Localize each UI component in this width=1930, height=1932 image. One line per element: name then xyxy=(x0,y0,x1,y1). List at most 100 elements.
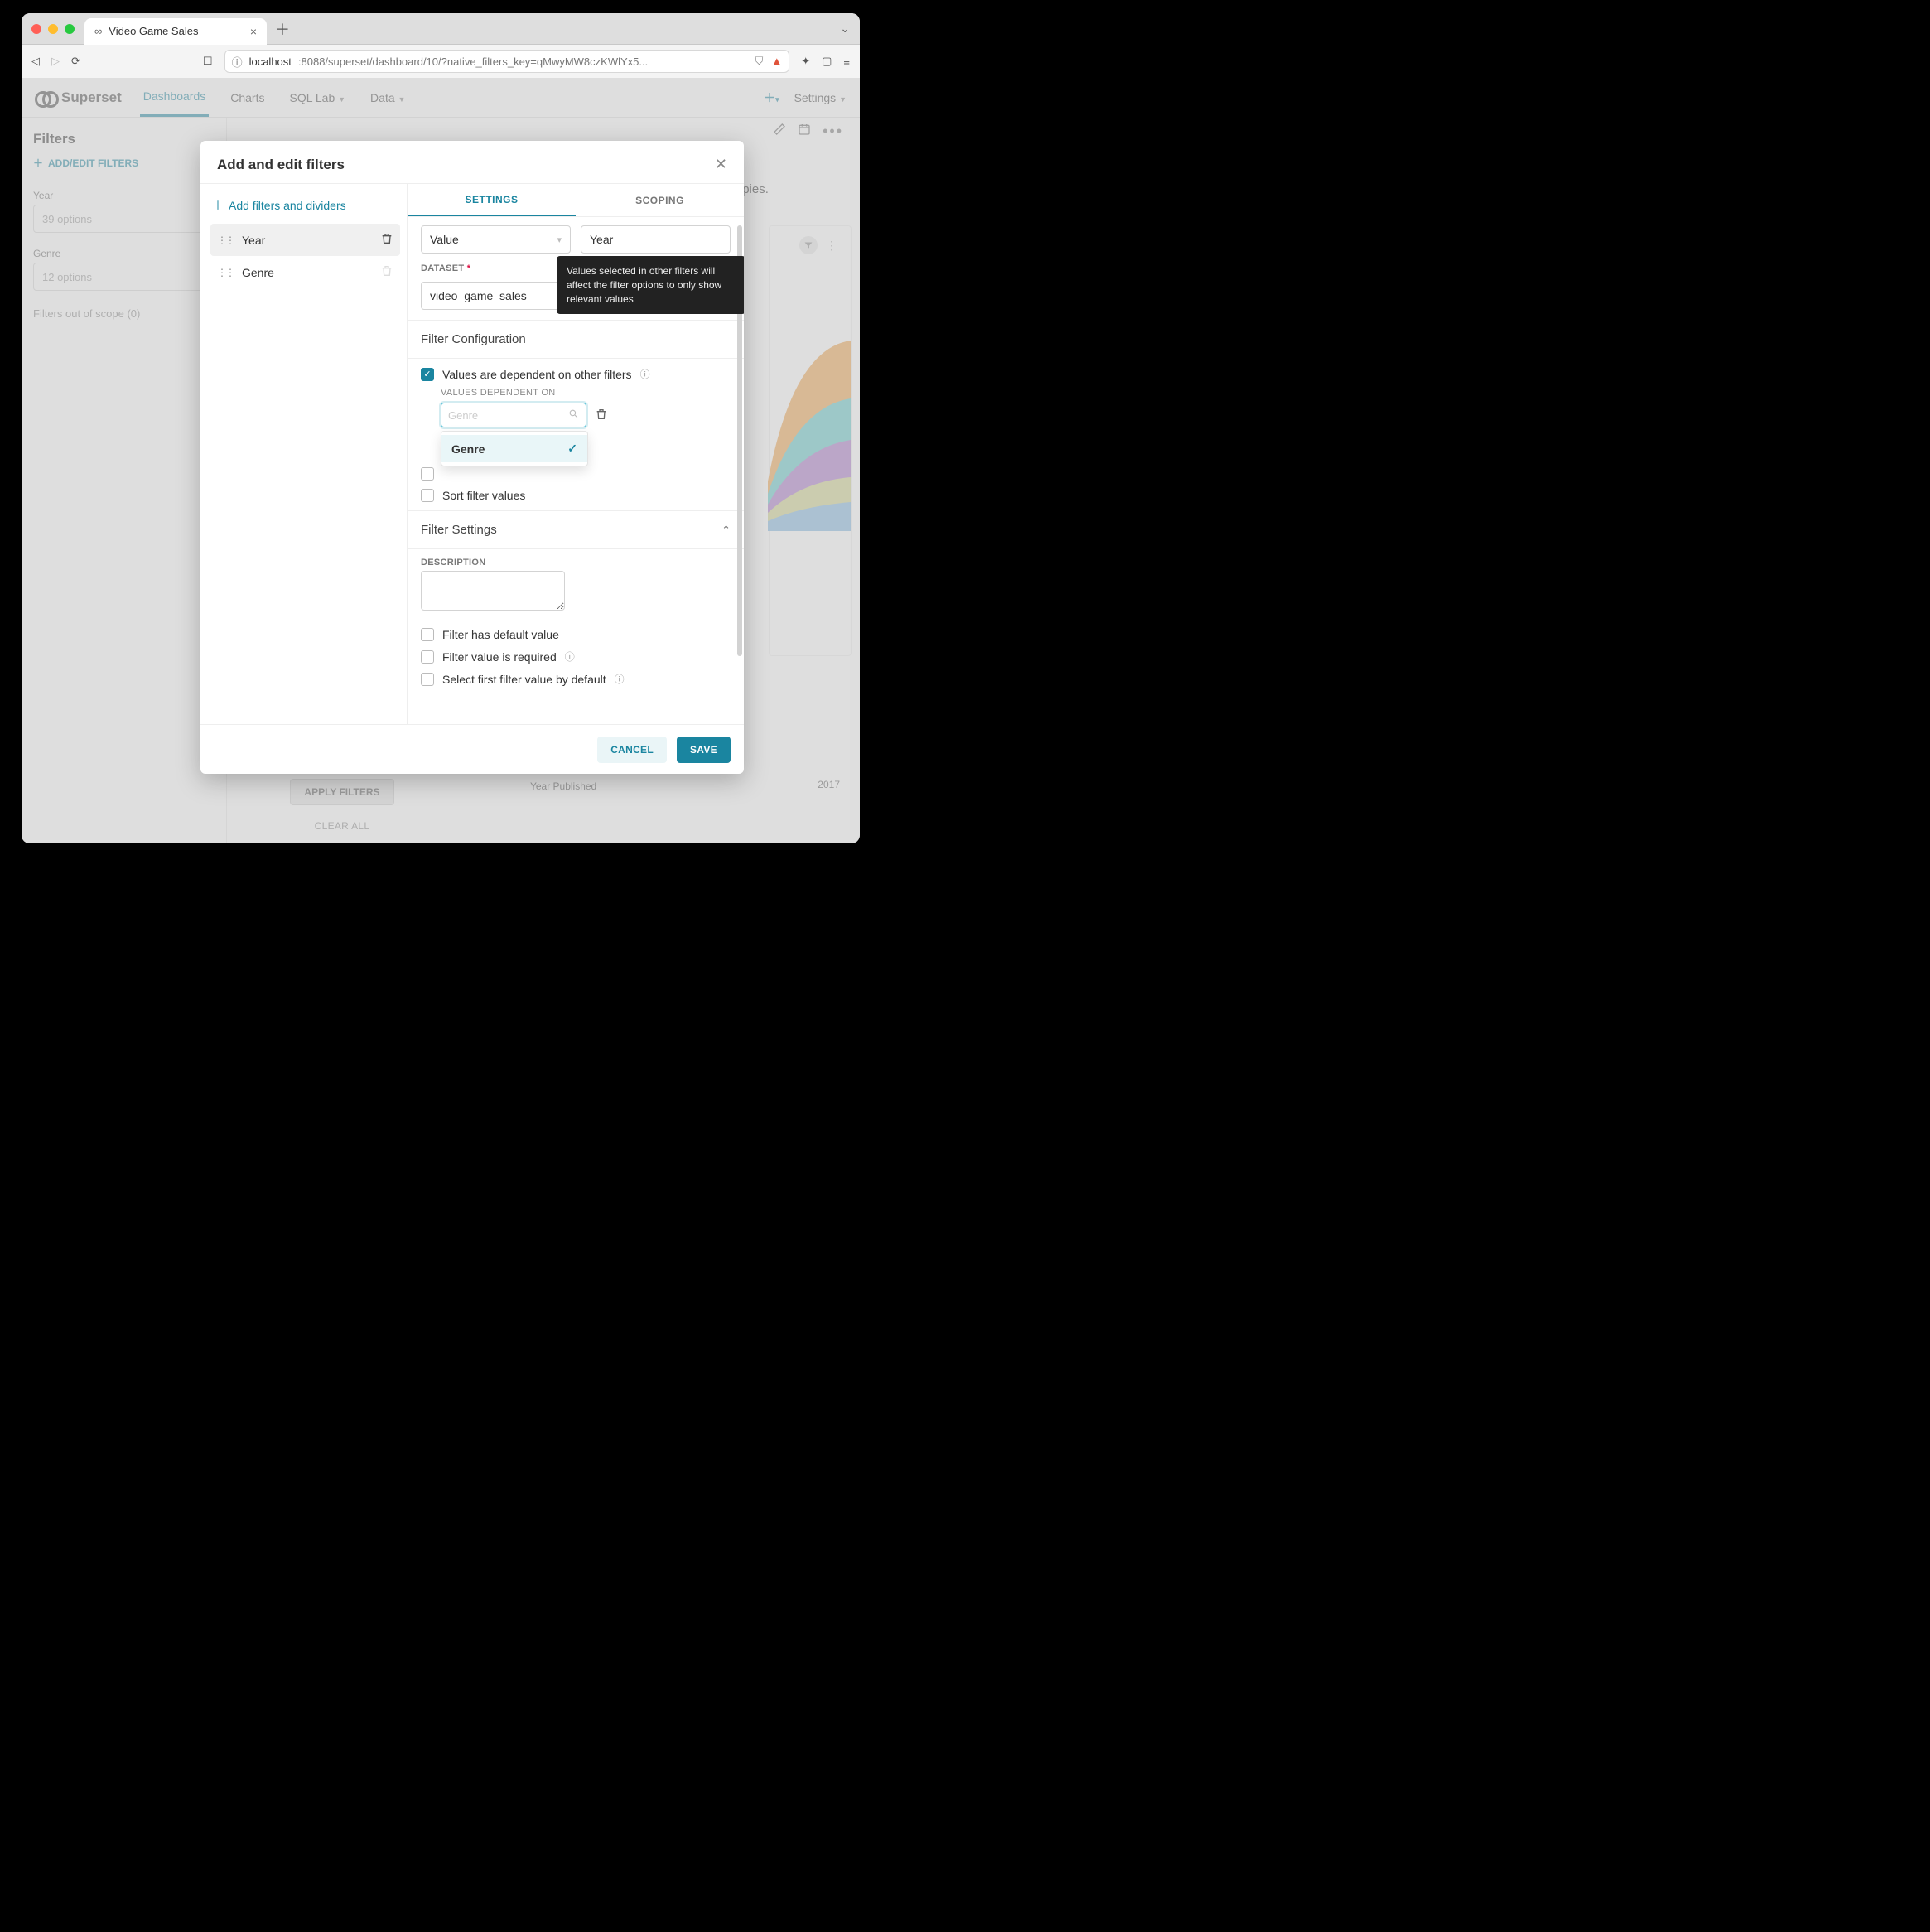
app: Superset Dashboards Charts SQL Lab ▼ Dat… xyxy=(22,78,860,843)
trash-icon[interactable] xyxy=(595,408,608,423)
filters-out-of-scope: Filters out of scope (0) xyxy=(33,307,215,320)
bookmark-icon[interactable]: ☐ xyxy=(203,55,213,68)
clear-all-button[interactable]: CLEAR ALL xyxy=(252,820,432,832)
filter-select-year[interactable]: 39 options xyxy=(33,205,215,233)
add-icon[interactable]: ＋▾ xyxy=(764,89,779,106)
nav-settings[interactable]: Settings ▼ xyxy=(794,91,847,104)
modal-form: SETTINGS SCOPING Value ▾ Year xyxy=(408,184,744,724)
checkbox-icon[interactable] xyxy=(421,673,434,686)
drag-handle-icon[interactable]: ⋮⋮ xyxy=(217,268,234,278)
logo-icon xyxy=(35,91,56,104)
filter-configuration-header[interactable]: Filter Configuration Values selected in … xyxy=(408,320,744,359)
checkbox-icon[interactable] xyxy=(421,628,434,641)
new-tab-icon[interactable]: ＋ xyxy=(275,18,290,40)
check-default-row[interactable]: Filter has default value xyxy=(421,628,731,641)
close-window[interactable] xyxy=(31,24,41,34)
nav-dashboards[interactable]: Dashboards xyxy=(140,78,210,117)
url-host: localhost xyxy=(249,56,292,68)
site-info-icon[interactable]: ⓘ xyxy=(232,54,243,70)
filter-item-genre[interactable]: ⋮⋮ Genre xyxy=(210,256,400,288)
minimize-window[interactable] xyxy=(48,24,58,34)
info-icon[interactable]: ⓘ xyxy=(615,672,625,686)
chevron-down-icon: ▾ xyxy=(557,234,562,245)
search-icon xyxy=(568,408,579,422)
sidebar: Filters ＋ ADD/EDIT FILTERS Year 39 optio… xyxy=(22,118,227,843)
check-sort-row[interactable]: Sort filter values xyxy=(421,489,731,502)
dataset-select[interactable]: video_game_sales ▾ xyxy=(421,282,571,310)
checkbox-checked-icon[interactable]: ✓ xyxy=(421,368,434,381)
check-required-row[interactable]: Filter value is required ⓘ xyxy=(421,650,731,664)
description-label: DESCRIPTION xyxy=(421,558,731,568)
tabs-overflow-icon[interactable]: ⌄ xyxy=(840,22,850,36)
url-path: :8088/superset/dashboard/10/?native_filt… xyxy=(298,56,648,68)
sidebar-title: Filters xyxy=(33,131,215,147)
traffic-lights xyxy=(31,24,75,34)
dataset-label: DATASET * xyxy=(421,263,571,273)
cancel-button[interactable]: CANCEL xyxy=(597,737,667,763)
info-icon[interactable]: ⓘ xyxy=(640,367,650,381)
check-icon: ✓ xyxy=(567,442,577,456)
checkbox-icon[interactable] xyxy=(421,650,434,664)
add-filters-dividers[interactable]: ＋ Add filters and dividers xyxy=(212,197,400,214)
check-first-row[interactable]: Select first filter value by default ⓘ xyxy=(421,672,731,686)
save-button[interactable]: SAVE xyxy=(677,737,731,763)
wallet-icon[interactable]: ▢ xyxy=(822,55,832,68)
browser-toolbar: ◁ ▷ ⟳ ☐ ⓘ localhost :8088/superset/dashbo… xyxy=(22,45,860,78)
brave-icon[interactable]: ▲ xyxy=(771,55,782,68)
edit-icon[interactable] xyxy=(773,123,786,140)
description-textarea[interactable] xyxy=(421,571,565,611)
shield-icon[interactable]: ⛉ xyxy=(755,55,764,68)
close-icon[interactable]: ✕ xyxy=(715,156,727,173)
tab-settings[interactable]: SETTINGS xyxy=(408,184,576,216)
logo-text: Superset xyxy=(61,89,122,106)
chart-filter-icon[interactable] xyxy=(799,236,818,254)
chart-axis-label: Year Published xyxy=(530,780,596,792)
checkbox-icon[interactable] xyxy=(421,489,434,502)
nav-charts[interactable]: Charts xyxy=(227,80,268,116)
chart-more-icon[interactable]: ⋮ xyxy=(826,239,837,253)
filter-name-input[interactable]: Year xyxy=(581,225,731,254)
filter-select-genre[interactable]: 12 options xyxy=(33,263,215,291)
tab-title: Video Game Sales xyxy=(109,25,198,37)
apply-filters-button[interactable]: APPLY FILTERS xyxy=(290,779,393,805)
more-icon[interactable]: ••• xyxy=(823,123,843,140)
trash-icon[interactable] xyxy=(380,264,393,280)
browser-window: ∞ Video Game Sales × ＋ ⌄ ◁ ▷ ⟳ ☐ ⓘ local… xyxy=(22,13,860,843)
back-icon[interactable]: ◁ xyxy=(31,55,40,68)
dropdown-option-genre[interactable]: Genre ✓ xyxy=(441,435,587,462)
chart-card: ⋮ xyxy=(769,225,852,656)
menu-icon[interactable]: ≡ xyxy=(843,56,850,68)
check-dependent-row[interactable]: ✓ Values are dependent on other filters … xyxy=(421,367,731,381)
dependent-label: VALUES DEPENDENT ON xyxy=(441,388,731,398)
calendar-icon[interactable] xyxy=(798,123,811,140)
filter-label-genre: Genre xyxy=(33,248,215,259)
maximize-window[interactable] xyxy=(65,24,75,34)
filter-item-year[interactable]: ⋮⋮ Year xyxy=(210,224,400,256)
close-tab-icon[interactable]: × xyxy=(250,25,257,38)
filters-modal: Add and edit filters ✕ ＋ Add filters and… xyxy=(200,141,744,774)
dependent-select-input[interactable]: Genre xyxy=(441,403,586,427)
tab-scoping[interactable]: SCOPING xyxy=(576,184,744,216)
tab-favicon-icon: ∞ xyxy=(94,25,102,37)
info-icon[interactable]: ⓘ xyxy=(565,650,575,664)
tooltip: Values selected in other filters will af… xyxy=(557,256,744,314)
filter-settings-header[interactable]: Filter Settings ⌃ xyxy=(408,510,744,549)
browser-tab[interactable]: ∞ Video Game Sales × xyxy=(84,18,267,45)
plus-icon: ＋ xyxy=(212,197,224,214)
drag-handle-icon[interactable]: ⋮⋮ xyxy=(217,235,234,245)
add-edit-filters[interactable]: ＋ ADD/EDIT FILTERS xyxy=(33,156,215,170)
trash-icon[interactable] xyxy=(380,232,393,248)
nav-data[interactable]: Data ▼ xyxy=(367,80,408,116)
logo[interactable]: Superset xyxy=(35,89,122,106)
address-bar[interactable]: ⓘ localhost :8088/superset/dashboard/10/?… xyxy=(224,50,790,73)
filter-type-select[interactable]: Value ▾ xyxy=(421,225,571,254)
extensions-icon[interactable]: ✦ xyxy=(801,55,810,68)
checkbox-icon[interactable] xyxy=(421,467,434,481)
modal-title: Add and edit filters xyxy=(217,157,345,173)
topnav: Superset Dashboards Charts SQL Lab ▼ Dat… xyxy=(22,78,860,118)
forward-icon[interactable]: ▷ xyxy=(51,55,60,68)
reload-icon[interactable]: ⟳ xyxy=(71,55,80,68)
nav-sqllab[interactable]: SQL Lab ▼ xyxy=(286,80,349,116)
check-hidden-row[interactable] xyxy=(421,467,731,481)
chevron-up-icon: ⌃ xyxy=(721,524,731,537)
